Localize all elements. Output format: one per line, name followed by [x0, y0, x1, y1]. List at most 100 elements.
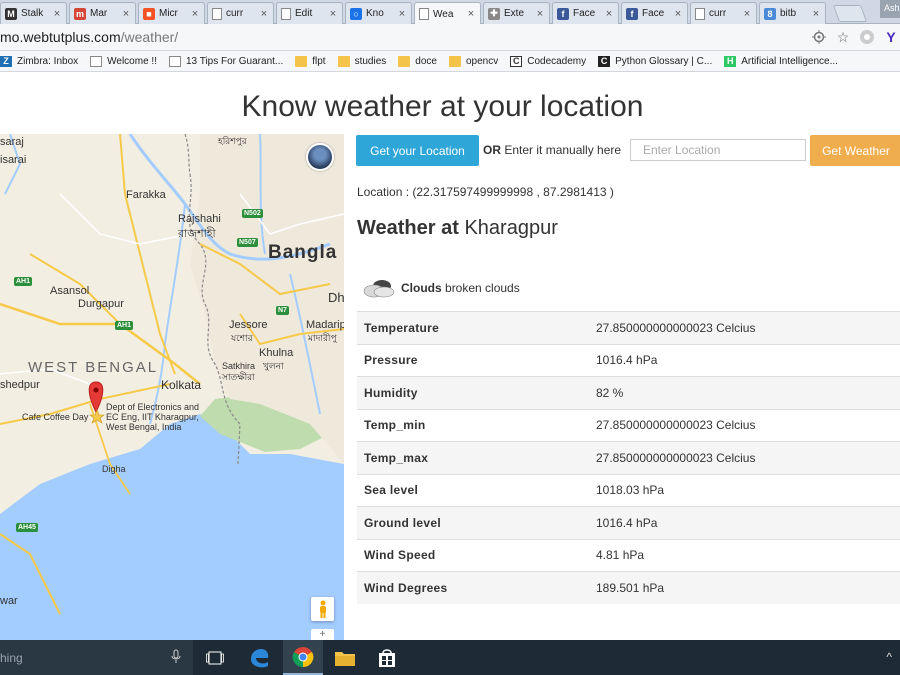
profile-button[interactable]: Ash	[880, 0, 900, 18]
bookmark-label: doce	[415, 55, 437, 67]
location-input[interactable]	[630, 139, 806, 161]
new-tab-button[interactable]	[832, 5, 868, 22]
tab-close-icon[interactable]: ×	[189, 8, 201, 20]
bookmark-item[interactable]: Welcome !!	[90, 55, 157, 67]
map-label-asansol: Asansol	[50, 285, 90, 297]
map-label-madaripur: Madarip	[306, 319, 344, 331]
weather-row: Ground level 1016.4 hPa	[357, 506, 900, 539]
bookmark-item[interactable]: C Codecademy	[510, 55, 587, 67]
weather-table: Temperature 27.850000000000023 Celcius Pre…	[357, 311, 900, 604]
map[interactable]: saraj isarai হরিশপুর Farakka Rajshahi রা…	[0, 134, 344, 640]
page-icon	[90, 55, 103, 67]
map-label-rajshahi-bn: রাজশাহী	[178, 228, 216, 240]
tab-close-icon[interactable]: ×	[534, 8, 546, 20]
browser-tab[interactable]: Edit ×	[276, 2, 343, 24]
manual-entry-label: OR Enter it manually here	[483, 143, 621, 157]
tab-close-icon[interactable]: ×	[672, 8, 684, 20]
map-label-rajshahi: Rajshahi	[178, 213, 221, 225]
bookmark-item[interactable]: H Artificial Intelligence...	[724, 55, 838, 67]
url-field[interactable]: mo.webtutplus.com/weather/	[0, 29, 178, 45]
taskbar-search-box[interactable]: hing	[0, 640, 193, 675]
weather-row: Temp_min 27.850000000000023 Celcius	[357, 408, 900, 442]
browser-tab[interactable]: m Mar ×	[69, 2, 136, 24]
yahoo-extension-icon[interactable]: Y	[882, 28, 900, 46]
bookmark-label: Codecademy	[527, 55, 587, 67]
tab-close-icon[interactable]: ×	[810, 8, 822, 20]
bookmark-item[interactable]: Z Zimbra: Inbox	[0, 55, 78, 67]
tab-close-icon[interactable]: ×	[120, 8, 132, 20]
map-label-isarai: isarai	[0, 154, 27, 166]
microphone-icon[interactable]	[170, 649, 182, 665]
location-icon[interactable]	[810, 28, 828, 46]
map-label-saraj: saraj	[0, 136, 24, 148]
tab-close-icon[interactable]: ×	[51, 8, 63, 20]
weather-at-label: Weather at	[357, 217, 459, 239]
map-label-khulna-bn: খুলনা	[263, 361, 284, 371]
bookmark-label: flpt	[312, 55, 326, 67]
browser-tab[interactable]: Wea ×	[414, 2, 481, 25]
bookmark-item[interactable]: 13 Tips For Guarant...	[168, 55, 283, 67]
extension-icon[interactable]	[858, 28, 876, 46]
browser-tab[interactable]: ■ Micr ×	[138, 2, 205, 24]
weather-row-key: Sea level	[357, 473, 589, 507]
bookmark-item[interactable]: studies	[337, 55, 387, 67]
tab-close-icon[interactable]: ×	[465, 8, 477, 20]
zoom-in-button[interactable]: +	[311, 629, 334, 640]
pegman-icon[interactable]	[311, 597, 334, 621]
store-icon[interactable]	[375, 646, 399, 670]
weather-row-value: 4.81 hPa	[589, 538, 900, 572]
tab-close-icon[interactable]: ×	[741, 8, 753, 20]
tab-favicon-icon: f	[557, 7, 569, 20]
browser-tab[interactable]: ○ Kno ×	[345, 2, 412, 24]
bookmark-item[interactable]: opencv	[448, 55, 499, 67]
bookmark-item[interactable]: flpt	[295, 55, 326, 67]
condition-main: Clouds	[401, 281, 442, 295]
map-marker-label-line2: EC Eng, IIT Kharagpur,	[106, 412, 199, 422]
browser-tab[interactable]: M Stalk ×	[0, 2, 67, 24]
tab-favicon-icon: ○	[350, 7, 362, 20]
tab-label: curr	[226, 8, 244, 19]
user-avatar	[306, 143, 334, 171]
tab-close-icon[interactable]: ×	[327, 8, 339, 20]
bookmark-label: Welcome !!	[107, 55, 157, 67]
bookmark-item[interactable]: C Python Glossary | C...	[598, 55, 712, 67]
tab-close-icon[interactable]: ×	[603, 8, 615, 20]
tab-label: Micr	[159, 8, 178, 19]
tab-label: bitb	[780, 8, 797, 19]
tray-chevron-icon[interactable]: ^	[886, 650, 892, 664]
folder-icon	[398, 55, 411, 67]
tab-close-icon[interactable]: ×	[396, 8, 408, 20]
tab-close-icon[interactable]: ×	[258, 8, 270, 20]
map-label-satkhira-bn: সাতক্ষীরা	[222, 372, 255, 382]
browser-tab[interactable]: 8 bitb ×	[759, 2, 826, 24]
get-weather-button[interactable]: Get Weather	[810, 135, 900, 166]
file-explorer-icon[interactable]	[333, 646, 357, 670]
get-location-button[interactable]: Get your Location	[356, 135, 479, 166]
bookmark-label: studies	[354, 55, 387, 67]
browser-tab[interactable]: f Face ×	[621, 2, 688, 24]
chrome-icon[interactable]	[283, 640, 323, 675]
bookmark-label: Artificial Intelligence...	[741, 55, 838, 67]
star-icon[interactable]: ☆	[834, 28, 852, 46]
bookmark-label: opencv	[465, 55, 499, 67]
weather-condition: Clouds broken clouds	[362, 278, 520, 298]
task-view-icon[interactable]	[203, 646, 227, 670]
map-label-durgapur: Durgapur	[78, 298, 124, 310]
weather-row-key: Wind Speed	[357, 538, 589, 572]
map-label-khulna: Khulna	[259, 347, 294, 359]
folder-icon	[448, 55, 461, 67]
tab-favicon-icon	[419, 8, 429, 20]
or-label: OR	[483, 143, 501, 157]
page-icon	[168, 55, 181, 67]
bookmark-item[interactable]: doce	[398, 55, 437, 67]
browser-tab[interactable]: ✚ Exte ×	[483, 2, 550, 24]
weather-row-key: Temperature	[357, 311, 589, 344]
highway-n502: N502	[242, 209, 263, 218]
tab-label: Face	[642, 8, 665, 19]
browser-tab[interactable]: curr ×	[690, 2, 757, 24]
edge-icon[interactable]	[247, 646, 271, 670]
map-label-west-bengal: WEST BENGAL	[28, 359, 159, 376]
url-path: /weather/	[120, 29, 179, 45]
browser-tab[interactable]: curr ×	[207, 2, 274, 24]
browser-tab[interactable]: f Face ×	[552, 2, 619, 24]
